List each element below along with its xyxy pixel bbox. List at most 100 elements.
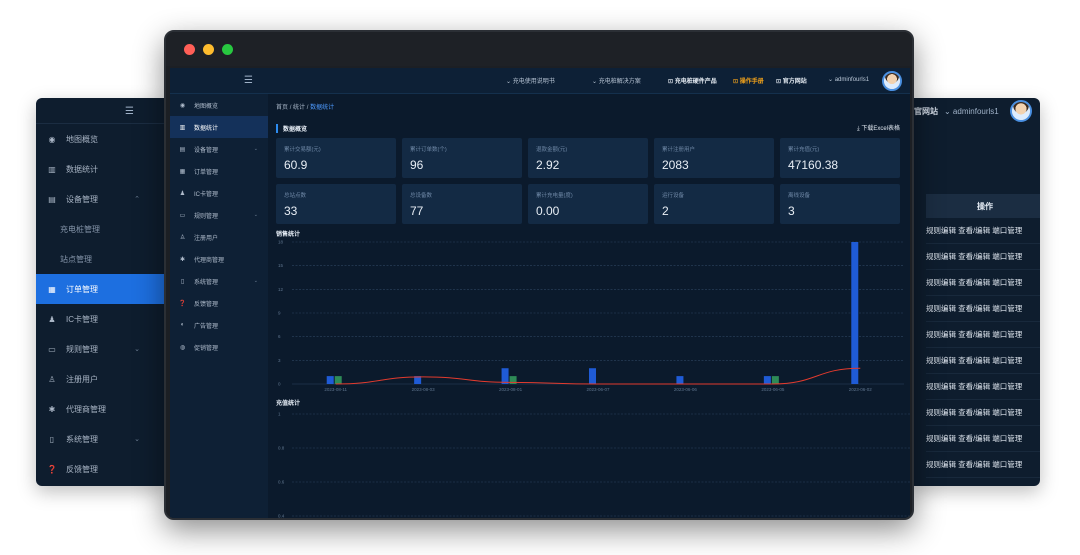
sidebar-item[interactable]: ✱ 代理商管理 [170, 248, 268, 270]
background-table-panel: 官网站 ⌄ adminfourls1 操作 规则编辑 查看/编辑 端口管理 规则编… [912, 98, 1040, 486]
feedback-icon: ❓ [47, 464, 57, 474]
order-icon: ▦ [48, 284, 56, 294]
stat-card: 总设备数 77 [402, 184, 522, 224]
avatar-face-icon [884, 73, 900, 89]
background-nav-label: 规则管理 [66, 344, 98, 354]
maximize-window-button[interactable] [222, 43, 233, 55]
background-nav-item[interactable]: ❓ 反馈管理 [36, 454, 166, 484]
sales-bar[interactable] [589, 368, 596, 384]
background-nav-item[interactable]: ▯ 系统管理 ⌄ [36, 424, 166, 454]
chevron-icon: ⌄ [134, 346, 140, 353]
sales-bar[interactable] [501, 368, 509, 384]
user-avatar[interactable] [882, 71, 902, 91]
background-nav-item[interactable]: ♟ IC卡管理 [36, 304, 166, 334]
chevron-down-icon: ⌄ [253, 212, 258, 218]
sidebar-item-label: 设备管理 [194, 147, 219, 154]
sidebar-item[interactable]: ▯ 系统管理 ⌄ [170, 270, 268, 292]
sales-bar[interactable] [763, 376, 771, 384]
background-nav-label: 系统管理 [66, 434, 98, 444]
x-tick-label: 2023-06-07 [586, 387, 610, 392]
x-tick-label: 2023-08-11 [324, 387, 347, 392]
sidebar-item[interactable]: ♙ 注册用户 [170, 226, 268, 248]
sidebar-item[interactable]: ▦ 订单管理 [170, 160, 268, 182]
dashboard-app: ☰ ⌄ 充电使用说明书 ⌄ 充电桩解决方案 ⊡ 充电桩硬件产品 ⊡ 操作手册 ⊡ 官方网… [170, 68, 910, 518]
avatar[interactable] [1010, 100, 1032, 122]
stat-card: 累计交易额(元) 60.9 [276, 138, 396, 178]
background-nav-label: 数据统计 [66, 164, 98, 174]
sidebar-toggle-icon[interactable]: ☰ [244, 75, 253, 86]
background-nav-item[interactable]: ▥ 数据统计 [36, 154, 166, 184]
screenshot-stage: ☰ ◉ 地图概览 ▥ 数据统计 ▤ 设备管理 ⌃ 充电桩管理 站点管理 ▦ 订单管理 ♟ IC卡管理 ▭ 规… [0, 0, 1080, 555]
stat-card-label: 累计交易额(元) [284, 147, 321, 153]
background-sidebar: ☰ ◉ 地图概览 ▥ 数据统计 ▤ 设备管理 ⌃ 充电桩管理 站点管理 ▦ 订单管理 ♟ IC卡管理 ▭ 规… [36, 98, 166, 486]
download-excel-button[interactable]: ⤓ 下载Excel表格 [857, 123, 900, 133]
sales-bar[interactable] [676, 376, 684, 384]
chevron-down-icon: ⌄ [253, 146, 258, 152]
sidebar-item[interactable]: ▥ 数据统计 [170, 116, 268, 138]
operation-row[interactable]: 规则编辑 查看/编辑 端口管理 [926, 270, 1040, 296]
sidebar-item-icon: ❓ [178, 300, 187, 307]
system-icon: ▯ [49, 434, 55, 444]
sidebar-item-label: 反馈管理 [194, 301, 219, 308]
y-tick-label: 0.6 [278, 480, 285, 485]
stat-card-value: 0.00 [536, 204, 560, 218]
sidebar-item[interactable]: ❓ 反馈管理 [170, 292, 268, 314]
stat-card-label: 累计订单数(个) [410, 147, 447, 153]
sidebar-item[interactable]: ◐ 广告管理 [170, 314, 268, 336]
sales-bar[interactable] [851, 242, 859, 384]
main-content: 首页 / 统计 / 数据统计 数据概览 ⤓ 下载Excel表格 累计交易额(元)… [268, 94, 910, 518]
sidebar-item[interactable]: ◉ 地图概览 [170, 94, 268, 116]
operation-row[interactable]: 规则编辑 查看/编辑 端口管理 [926, 426, 1040, 452]
stat-card: 累计充值(元) 47160.38 [780, 138, 900, 178]
breadcrumb: 首页 / 统计 / 数据统计 [276, 102, 334, 111]
user-menu[interactable]: ⌄ adminfourls1 [944, 107, 999, 116]
operation-row[interactable]: 规则编辑 查看/编辑 端口管理 [926, 348, 1040, 374]
sidebar-item[interactable]: ♟ IC卡管理 [170, 182, 268, 204]
background-nav-item[interactable]: 充电桩管理 [36, 214, 166, 244]
top-menu-link[interactable]: ⊡ 操作手册 [733, 76, 764, 85]
sales-bar[interactable] [326, 376, 334, 384]
menu-fold-icon[interactable]: ☰ [125, 106, 134, 117]
y-tick-label: 3 [278, 358, 281, 363]
sidebar-item[interactable]: ◍ 促销管理 [170, 336, 268, 358]
stat-card-value: 2 [662, 204, 669, 218]
top-menu-link[interactable]: ⌄ 充电桩解决方案 [592, 76, 641, 85]
official-site-link[interactable]: 官网站 [914, 106, 938, 117]
breadcrumb-stats[interactable]: 统计 [293, 105, 305, 111]
operation-row[interactable]: 规则编辑 查看/编辑 端口管理 [926, 322, 1040, 348]
background-nav-item[interactable]: 站点管理 [36, 244, 166, 274]
sales-bar[interactable] [771, 376, 779, 384]
operation-column-header: 操作 [926, 194, 1040, 218]
operation-row[interactable]: 规则编辑 查看/编辑 端口管理 [926, 452, 1040, 478]
sidebar-item[interactable]: ▤ 设备管理 ⌄ [170, 138, 268, 160]
close-window-button[interactable] [184, 43, 195, 55]
background-nav-item[interactable]: ▦ 订单管理 [36, 274, 166, 304]
background-nav-item[interactable]: ◉ 地图概览 [36, 124, 166, 154]
operation-row[interactable]: 规则编辑 查看/编辑 端口管理 [926, 296, 1040, 322]
top-menu-link[interactable]: ⌄ 充电使用说明书 [506, 76, 555, 85]
operation-row[interactable]: 规则编辑 查看/编辑 端口管理 [926, 374, 1040, 400]
operation-row[interactable]: 规则编辑 查看/编辑 端口管理 [926, 400, 1040, 426]
stat-card-value: 60.9 [284, 158, 308, 172]
operation-row[interactable]: 规则编辑 查看/编辑 端口管理 [926, 244, 1040, 270]
background-nav-item[interactable]: ▭ 规则管理 ⌄ [36, 334, 166, 364]
stat-card-label: 累计充电量(度) [536, 193, 573, 199]
sidebar-item[interactable]: ▭ 规则管理 ⌄ [170, 204, 268, 226]
browser-window: ☰ ⌄ 充电使用说明书 ⌄ 充电桩解决方案 ⊡ 充电桩硬件产品 ⊡ 操作手册 ⊡ 官方网… [164, 30, 914, 520]
top-menu-link[interactable]: ⊡ 官方网站 [776, 76, 807, 85]
operation-row[interactable]: 规则编辑 查看/编辑 端口管理 [926, 218, 1040, 244]
minimize-window-button[interactable] [203, 43, 214, 55]
breadcrumb-home[interactable]: 首页 [276, 105, 288, 111]
stat-card-value: 47160.38 [788, 158, 839, 172]
y-tick-label: 6 [278, 334, 281, 339]
sales-bar[interactable] [334, 376, 342, 384]
background-nav-item[interactable]: ♙ 注册用户 [36, 364, 166, 394]
sidebar-item-icon: ▭ [179, 212, 186, 219]
background-nav-item[interactable]: ▤ 设备管理 ⌃ [36, 184, 166, 214]
avatar-face-icon [1012, 102, 1030, 120]
y-tick-label: 15 [278, 263, 284, 268]
device-icon: ▤ [48, 194, 56, 204]
top-menu-link[interactable]: ⊡ 充电桩硬件产品 [668, 76, 717, 85]
top-menu-link[interactable]: ⌄ adminfourls1 [828, 76, 869, 83]
background-nav-item[interactable]: ✱ 代理商管理 [36, 394, 166, 424]
